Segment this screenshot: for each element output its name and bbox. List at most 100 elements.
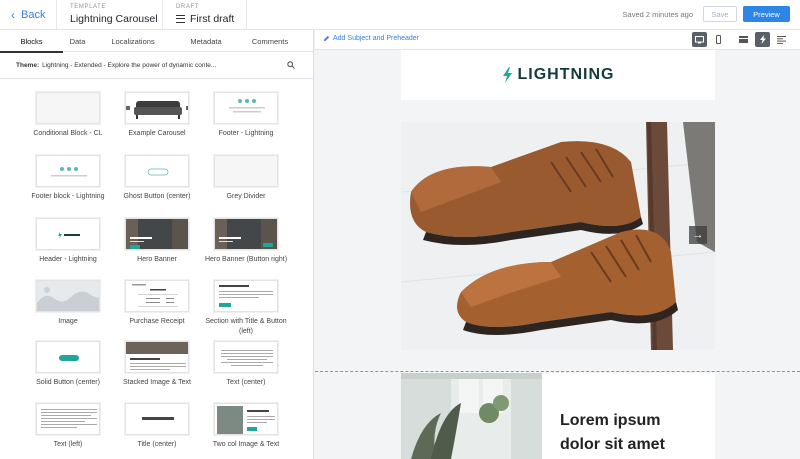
preview-button[interactable]: Preview — [743, 6, 790, 22]
block-thumbnail — [36, 92, 100, 124]
block-thumbnail — [36, 280, 100, 312]
block-solid-button[interactable]: Solid Button (center) — [23, 341, 113, 388]
template-name: Lightning Carousel — [70, 13, 158, 25]
block-header-lightning[interactable]: Header - Lightning — [23, 218, 113, 265]
two-col-block[interactable]: Lorem ipsum dolor sit amet — [401, 373, 715, 459]
add-subject-label: Add Subject and Preheader — [333, 35, 420, 42]
lightning-icon — [759, 35, 766, 44]
block-label: Text (left) — [53, 441, 83, 448]
draft-info[interactable]: DRAFT First draft — [163, 0, 247, 30]
pencil-icon — [323, 35, 330, 42]
block-thumbnail — [125, 92, 189, 124]
block-label: Conditional Block - CL — [33, 130, 103, 137]
search-icon[interactable] — [287, 61, 295, 69]
section-headline: Lorem ipsum dolor sit amet — [560, 412, 665, 453]
logo-text: LIGHTNING — [517, 66, 615, 83]
block-thumbnail — [125, 280, 189, 312]
saved-status: Saved 2 minutes ago — [622, 10, 693, 19]
block-thumbnail — [36, 403, 100, 435]
carousel-block[interactable]: → — [401, 122, 715, 350]
mobile-view-button[interactable] — [711, 32, 726, 47]
block-stacked-image-text[interactable]: Stacked Image & Text — [112, 341, 202, 388]
block-footer-lightning[interactable]: Footer - Lightning — [201, 92, 291, 139]
block-thumbnail — [125, 341, 189, 373]
block-label: Image — [58, 318, 78, 325]
theme-bar: Theme: Lightning - Extended - Explore th… — [0, 52, 313, 79]
block-label: Purchase Receipt — [129, 318, 185, 325]
block-example-carousel[interactable]: Example Carousel — [112, 92, 202, 139]
theme-label: Theme: — [16, 61, 40, 69]
block-thumbnail — [214, 155, 278, 187]
text-view-button[interactable] — [774, 32, 789, 47]
block-thumbnail — [214, 403, 278, 435]
template-info[interactable]: TEMPLATE Lightning Carousel — [57, 0, 163, 30]
block-section-title-button[interactable]: Section with Title & Button (left) — [201, 280, 291, 336]
block-grey-divider[interactable]: Grey Divider — [201, 155, 291, 202]
block-ghost-button[interactable]: Ghost Button (center) — [112, 155, 202, 202]
block-thumbnail — [214, 218, 278, 250]
arrow-right-icon: → — [692, 229, 704, 241]
block-label: Header - Lightning — [39, 256, 97, 263]
block-label: Hero Banner (Button right) — [204, 256, 288, 263]
block-two-col-image-text[interactable]: Two col Image & Text — [201, 403, 291, 450]
tab-localizations[interactable]: Localizations — [92, 30, 174, 52]
block-purchase-receipt[interactable]: Purchase Receipt — [112, 280, 202, 327]
tab-blocks[interactable]: Blocks — [0, 30, 63, 53]
lightning-view-button[interactable] — [755, 32, 770, 47]
block-label: Section with Title & Button (left) — [205, 318, 287, 335]
tab-metadata[interactable]: Metadata — [174, 30, 238, 52]
canvas-toolbar: Add Subject and Preheader — [315, 30, 800, 50]
panel-tabs: Blocks Data Localizations Metadata Comme… — [0, 30, 313, 53]
tab-comments[interactable]: Comments — [238, 30, 302, 52]
menu-icon — [176, 15, 185, 23]
draft-name: First draft — [190, 13, 235, 25]
block-label: Example Carousel — [128, 130, 186, 137]
block-conditional[interactable]: Conditional Block - CL — [23, 92, 113, 139]
block-thumbnail — [125, 403, 189, 435]
theme-value: Lightning - Extended - Explore the power… — [42, 61, 217, 69]
block-label: Text (center) — [226, 379, 266, 386]
block-label: Two col Image & Text — [212, 441, 280, 448]
plant-image — [401, 373, 542, 459]
email-preview: LIGHTNING → — [401, 50, 715, 350]
block-text-center[interactable]: Text (center) — [201, 341, 291, 388]
tab-data[interactable]: Data — [63, 30, 92, 52]
block-text-left[interactable]: Text (left) — [23, 403, 113, 450]
block-footer-block[interactable]: Footer block - Lightning — [23, 155, 113, 202]
block-label: Title (center) — [137, 441, 177, 448]
block-hero-banner-right[interactable]: Hero Banner (Button right) — [201, 218, 291, 265]
carousel-next-button[interactable]: → — [689, 226, 707, 244]
block-image[interactable]: Image — [23, 280, 113, 327]
block-divider-dashed — [315, 371, 800, 372]
mobile-icon — [716, 35, 721, 44]
block-label: Stacked Image & Text — [123, 379, 191, 386]
block-label: Hero Banner — [137, 256, 177, 263]
block-thumbnail — [36, 341, 100, 373]
blocks-panel: Blocks Data Localizations Metadata Comme… — [0, 30, 314, 459]
block-thumbnail — [36, 218, 100, 250]
desktop-view-button[interactable] — [692, 32, 707, 47]
email-canvas: Add Subject and Preheader LIGHTNING → Lo… — [315, 30, 800, 459]
save-button[interactable]: Save — [703, 6, 737, 22]
layout-icon — [739, 36, 748, 43]
block-hero-banner[interactable]: Hero Banner — [112, 218, 202, 265]
template-caption: TEMPLATE — [70, 4, 107, 10]
block-thumbnail — [214, 341, 278, 373]
block-label: Footer - Lightning — [218, 130, 274, 137]
draft-caption: DRAFT — [176, 4, 199, 10]
layout-view-button[interactable] — [736, 32, 751, 47]
align-left-icon — [777, 35, 786, 44]
add-subject-link[interactable]: Add Subject and Preheader — [323, 35, 419, 42]
block-thumbnail — [214, 92, 278, 124]
bolt-logo-icon — [502, 67, 512, 83]
block-thumbnail — [125, 218, 189, 250]
back-button[interactable]: ‹ Back — [0, 0, 57, 30]
desktop-icon — [695, 35, 704, 43]
block-label: Grey Divider — [226, 193, 266, 200]
top-bar: ‹ Back TEMPLATE Lightning Carousel DRAFT… — [0, 0, 800, 30]
block-title-center[interactable]: Title (center) — [112, 403, 202, 450]
block-thumbnail — [125, 155, 189, 187]
block-label: Ghost Button (center) — [123, 193, 191, 200]
header-block[interactable]: LIGHTNING — [401, 50, 715, 100]
block-thumbnail — [214, 280, 278, 312]
